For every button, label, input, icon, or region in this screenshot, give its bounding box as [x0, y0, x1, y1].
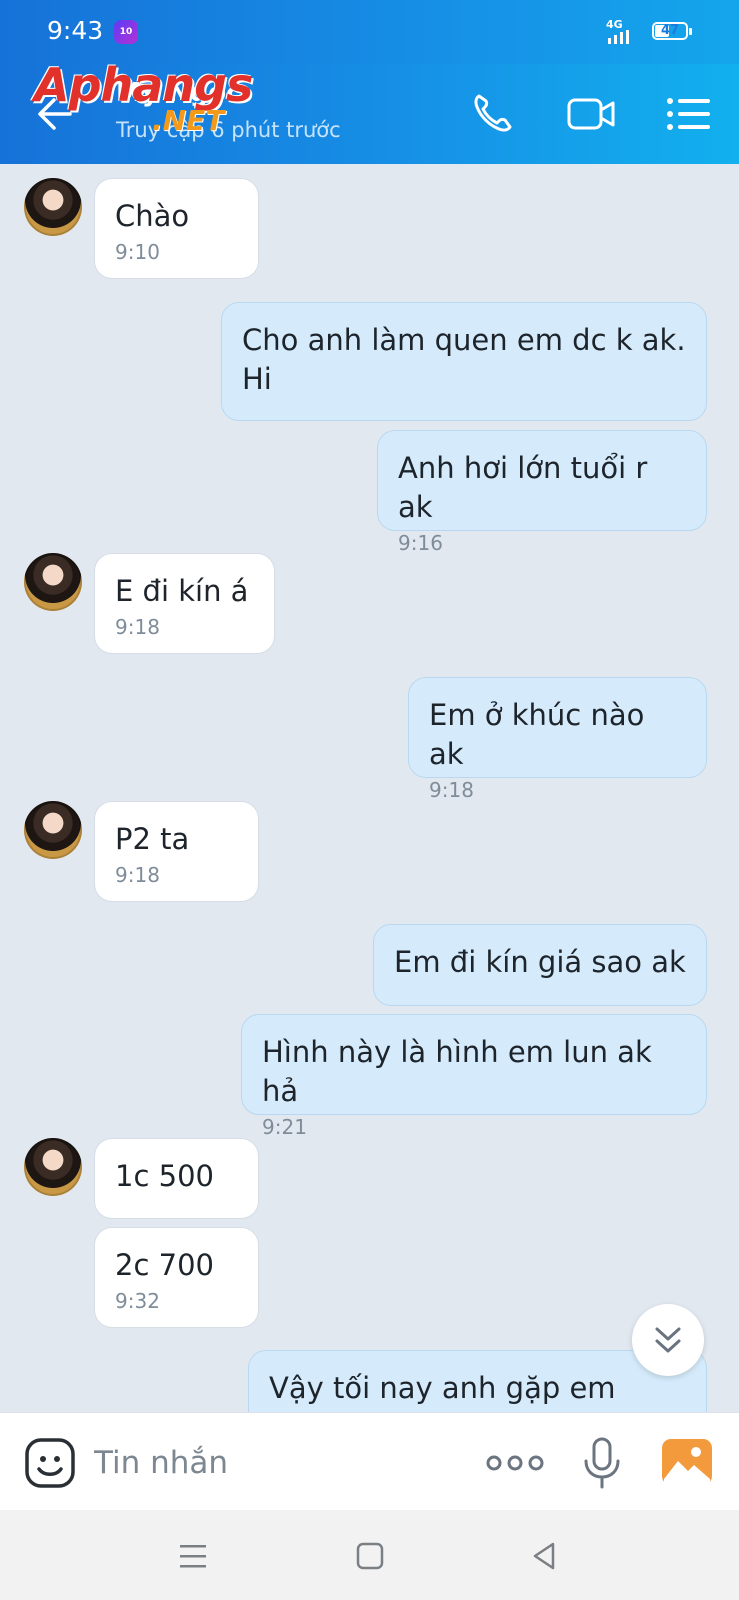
menu-lines-icon [180, 1545, 206, 1568]
message-bubble-incoming[interactable]: 2c 700 9:32 [94, 1227, 259, 1328]
message-bubble-outgoing[interactable]: Em ở khúc nào ak 9:18 [408, 677, 707, 802]
contact-avatar[interactable] [24, 1138, 82, 1196]
message-time: 9:18 [429, 778, 474, 802]
contact-avatar[interactable] [24, 178, 82, 236]
message-text: Cho anh làm quen em dc k ak. Hi [242, 323, 686, 396]
video-icon [567, 98, 615, 130]
chat-options-button[interactable] [662, 86, 718, 142]
message-text: 2c 700 [115, 1248, 214, 1282]
message-bubble-outgoing[interactable]: Em đi kín giá sao ak [373, 924, 707, 1006]
message-text: Em đi kín giá sao ak [394, 945, 686, 979]
battery-level: 47 [660, 23, 680, 38]
system-back-button[interactable] [527, 1538, 563, 1574]
message-text: Chào [115, 199, 190, 233]
voice-message-button[interactable] [580, 1435, 624, 1491]
message-time: 9:18 [115, 863, 160, 887]
message-text: Anh hơi lớn tuổi r ak [398, 451, 648, 524]
send-image-button[interactable] [660, 1437, 714, 1487]
microphone-icon [584, 1437, 620, 1489]
home-button[interactable] [352, 1538, 388, 1574]
message-text: Em ở khúc nào ak [429, 698, 645, 771]
chat-header: My Ngọc Truy cập 6 phút trước Aphangs .N… [0, 58, 739, 164]
watermark-logo-suffix: .NET [152, 104, 225, 137]
list-menu-icon [667, 98, 710, 130]
contact-avatar[interactable] [24, 553, 82, 611]
message-bubble-outgoing[interactable]: Anh hơi lớn tuổi r ak 9:16 [377, 430, 707, 555]
app-badge-icon: 10 [114, 20, 138, 44]
emoji-button[interactable] [24, 1437, 76, 1489]
message-bubble-outgoing[interactable]: Hình này là hình em lun ak hả 9:21 [241, 1014, 707, 1139]
message-composer [0, 1412, 739, 1511]
image-icon [662, 1439, 712, 1485]
message-text: E đi kín á [115, 574, 249, 608]
video-call-button[interactable] [563, 86, 619, 142]
message-bubble-incoming[interactable]: E đi kín á 9:18 [94, 553, 275, 654]
message-time: 9:10 [115, 240, 160, 264]
signal-icon [608, 30, 629, 44]
message-text: 1c 500 [115, 1159, 214, 1193]
battery-icon: 47 [652, 22, 692, 40]
system-navigation-bar [0, 1510, 739, 1600]
message-input[interactable] [94, 1441, 454, 1485]
contact-avatar[interactable] [24, 801, 82, 859]
message-bubble-incoming[interactable]: Chào 9:10 [94, 178, 259, 279]
message-bubble-incoming[interactable]: 1c 500 [94, 1138, 259, 1219]
message-time: 9:32 [115, 1289, 160, 1313]
voice-call-button[interactable] [465, 86, 521, 142]
message-text: Hình này là hình em lun ak hả [262, 1035, 652, 1108]
recent-apps-button[interactable] [175, 1538, 211, 1574]
more-icon [486, 1455, 544, 1471]
square-icon [356, 1542, 384, 1570]
scroll-to-bottom-button[interactable] [632, 1304, 704, 1376]
message-time: 9:18 [115, 615, 160, 639]
more-options-button[interactable] [484, 1445, 546, 1481]
message-bubble-outgoing[interactable]: Cho anh làm quen em dc k ak. Hi [221, 302, 707, 421]
message-time: 9:21 [262, 1115, 307, 1139]
double-chevron-down-icon [655, 1327, 681, 1353]
triangle-back-icon [533, 1542, 555, 1570]
message-text: P2 ta [115, 822, 190, 856]
status-time: 9:43 [47, 16, 104, 45]
emoji-icon [25, 1438, 75, 1488]
message-bubble-incoming[interactable]: P2 ta 9:18 [94, 801, 259, 902]
status-bar: 9:43 10 4G 47 [0, 0, 739, 64]
phone-icon [474, 94, 512, 132]
last-seen-status: Truy cập 6 phút trước [116, 118, 341, 142]
message-time: 9:16 [398, 531, 443, 555]
